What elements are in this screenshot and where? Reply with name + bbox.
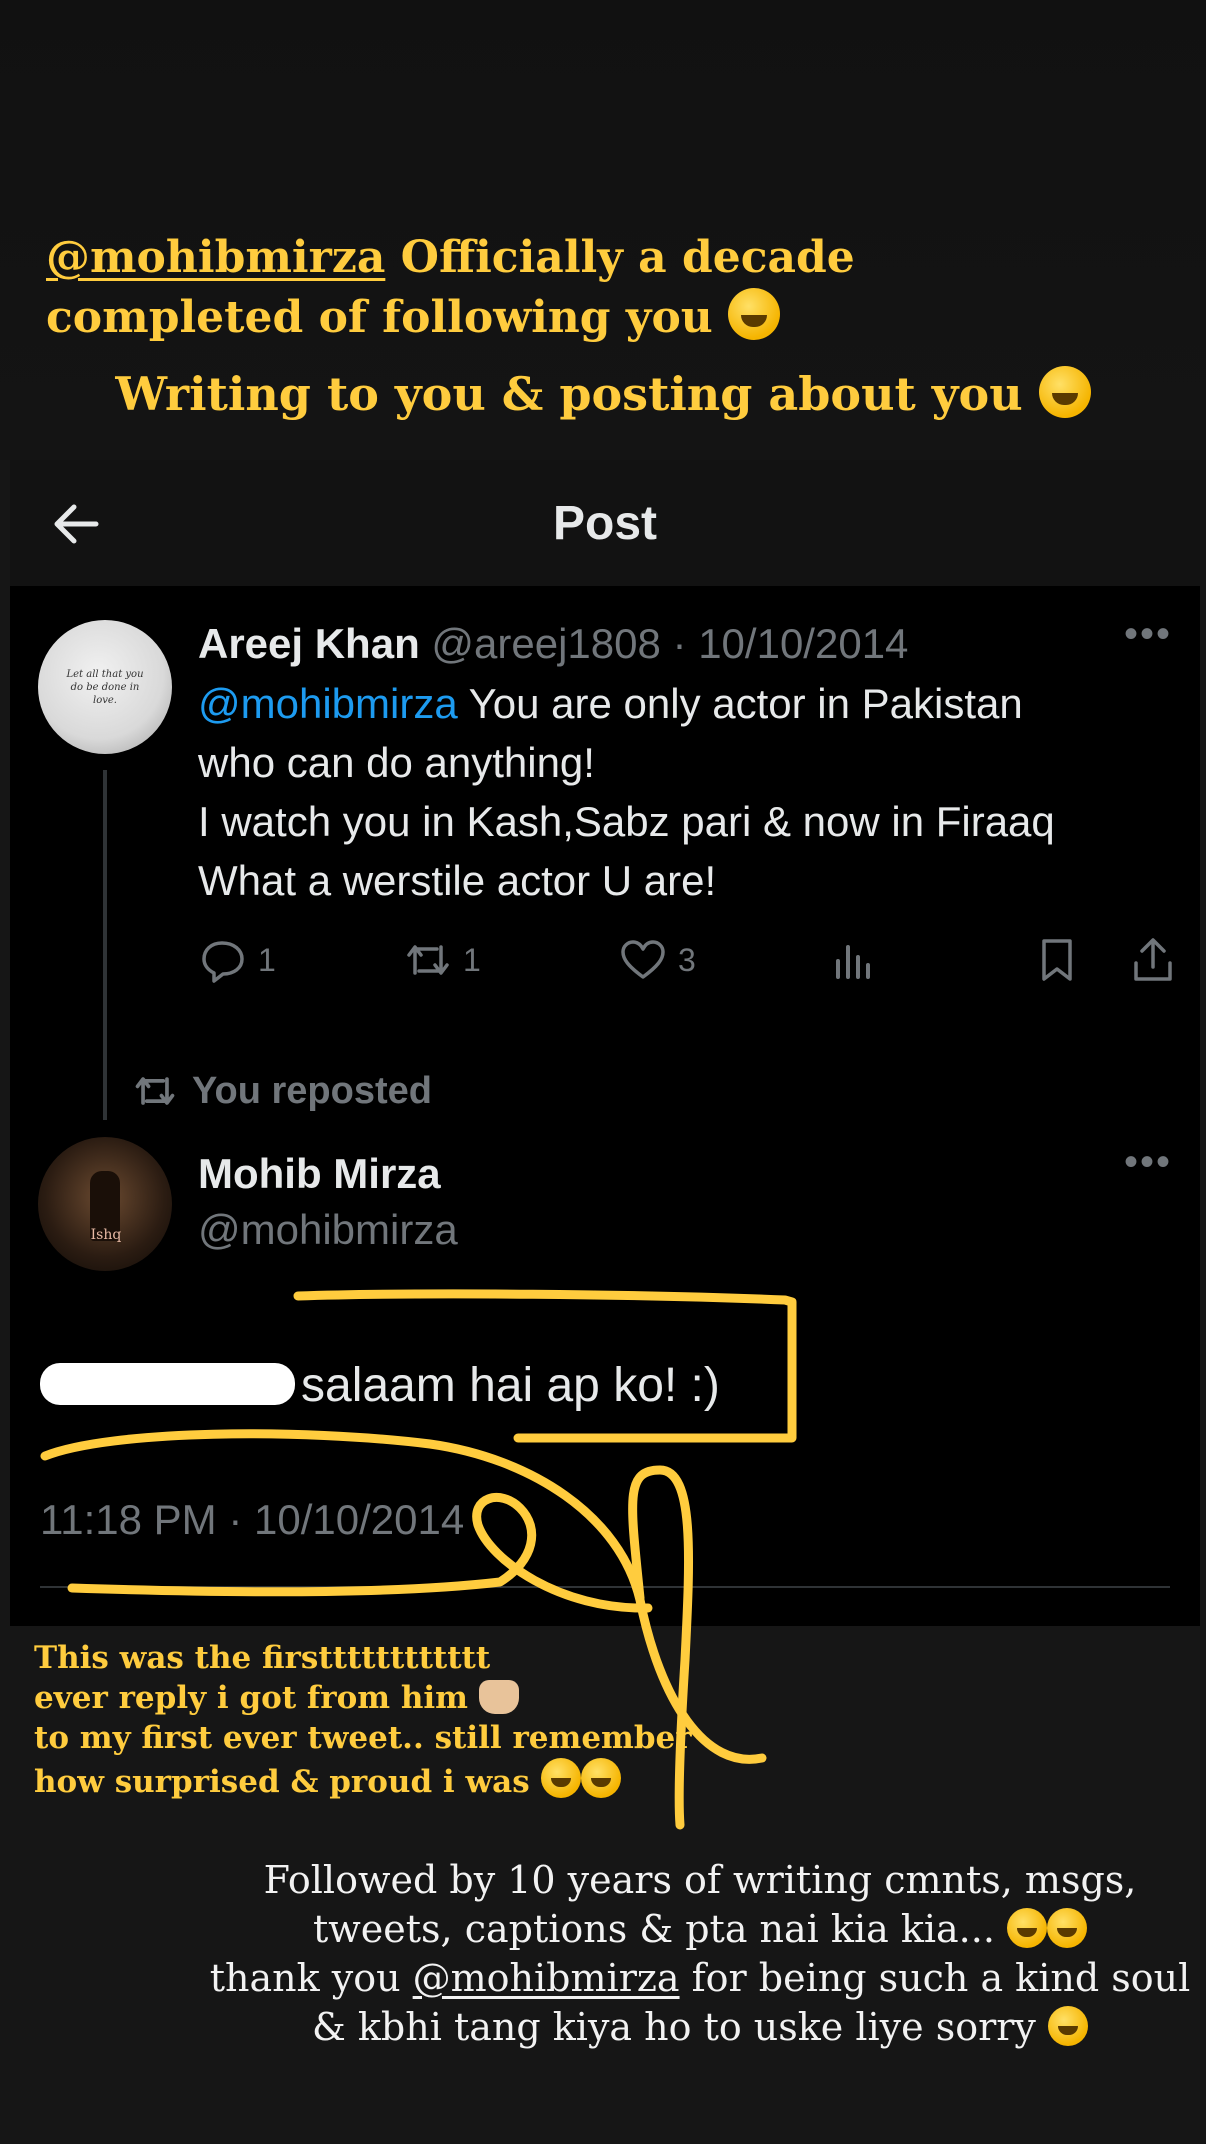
note-left-line2: ever reply i got from him (34, 1680, 468, 1716)
reply-text: salaam hai ap ko! :) (40, 1358, 720, 1413)
reply-author-handle[interactable]: @mohibmirza (198, 1206, 458, 1254)
note-right-line4: & kbhi tang kiya ho to uske liye sorry (312, 2005, 1036, 2049)
post-screen: Post Let all that you do be done in love… (10, 460, 1200, 1626)
reply-icon (202, 941, 244, 983)
page-title: Post (552, 497, 657, 550)
note-right-line2: tweets, captions & pta nai kia kia... (313, 1907, 995, 1951)
halo-emoji-icon (580, 1758, 621, 1798)
story-note-right: Followed by 10 years of writing cmnts, m… (200, 1856, 1200, 2052)
reply-more-options-icon[interactable]: ••• (1124, 1140, 1172, 1185)
repost-small-icon (135, 1077, 175, 1105)
note-right-line1: Followed by 10 years of writing cmnts, m… (263, 1858, 1137, 1902)
repost-count: 1 (463, 941, 481, 978)
laughing-emoji-icon (540, 1758, 581, 1798)
tweet-line4: What a werstile actor U are! (198, 857, 717, 904)
tweet-mention[interactable]: @mohibmirza (198, 680, 458, 727)
bookmark-icon (1042, 939, 1072, 981)
avatar-logo-text: Ishq (90, 1227, 122, 1243)
like-button[interactable]: 3 (618, 930, 696, 990)
views-button[interactable] (828, 930, 878, 990)
tweet-actions: 1 1 3 (198, 930, 1188, 990)
story-note-left: This was the firstttttttttttt ever reply… (34, 1638, 714, 1802)
tweet-author-line: Areej Khan @areej1808 · 10/10/2014 (198, 620, 908, 668)
thread-line (103, 770, 107, 1120)
repost-indicator: You reposted (132, 1068, 432, 1114)
laughing-emoji-icon (1047, 1908, 1087, 1948)
repost-label: You reposted (192, 1069, 432, 1112)
tweet-text: @mohibmirza You are only actor in Pakist… (198, 674, 1158, 910)
story-caption: @mohibmirza Officially a decade complete… (46, 228, 1146, 348)
author-handle[interactable]: @areej1808 (431, 620, 660, 667)
laughing-emoji-icon (1007, 1908, 1047, 1948)
tweet-line3: I watch you in Kash,Sabz pari & now in F… (198, 798, 1055, 845)
meta-separator: · (660, 620, 699, 667)
like-count: 3 (678, 941, 696, 978)
note-right-line3-pre: thank you (209, 1956, 413, 2000)
tweet-line1: You are only actor in Pakistan (457, 680, 1023, 727)
reply-author-name[interactable]: Mohib Mirza (198, 1150, 441, 1198)
post-header: Post (10, 460, 1200, 586)
analytics-icon (836, 945, 870, 979)
heart-icon (621, 940, 665, 979)
note-right-line3-post: for being such a kind soul (679, 1956, 1191, 2000)
repost-icon (407, 945, 449, 975)
tweet-date[interactable]: 10/10/2014 (698, 620, 908, 667)
divider (40, 1586, 1170, 1588)
share-icon (1134, 938, 1172, 981)
caption-line1: Officially a decade (385, 232, 855, 283)
note-left-line3: to my first ever tweet.. still remember (34, 1720, 692, 1756)
redacted-mention (40, 1363, 295, 1405)
reply-message: salaam hai ap ko! :) (301, 1359, 720, 1412)
more-options-icon[interactable]: ••• (1124, 612, 1172, 657)
melting-face-emoji-icon (1048, 2006, 1088, 2046)
reply-avatar[interactable]: Ishq (38, 1137, 172, 1271)
smiley-emoji-icon (1038, 366, 1091, 418)
note-right-mention[interactable]: @mohibmirza (413, 1956, 680, 2000)
tweet-line2: who can do anything! (198, 739, 595, 786)
reply-timestamp: 11:18 PM · 10/10/2014 (40, 1496, 465, 1543)
avatar[interactable]: Let all that you do be done in love. (38, 620, 172, 754)
caption-mention[interactable]: @mohibmirza (46, 232, 385, 283)
note-left-line4: how surprised & proud i was (34, 1764, 530, 1800)
caption-line2: completed of following you (46, 292, 713, 343)
caption-line3: Writing to you & posting about you (115, 367, 1023, 421)
note-left-line1: This was the firstttttttttttt (34, 1640, 491, 1676)
avatar-quote: Let all that you do be done in love. (66, 669, 144, 706)
raised-hands-emoji-icon (478, 1680, 519, 1714)
bookmark-button[interactable] (1032, 930, 1082, 990)
story-caption-2: Writing to you & posting about you (0, 366, 1206, 421)
author-name[interactable]: Areej Khan (198, 620, 420, 667)
share-button[interactable] (1128, 930, 1178, 990)
reply-button[interactable]: 1 (198, 930, 276, 990)
repost-button[interactable]: 1 (403, 930, 481, 990)
reply-count: 1 (258, 941, 276, 978)
grinning-emoji-icon (728, 288, 781, 340)
